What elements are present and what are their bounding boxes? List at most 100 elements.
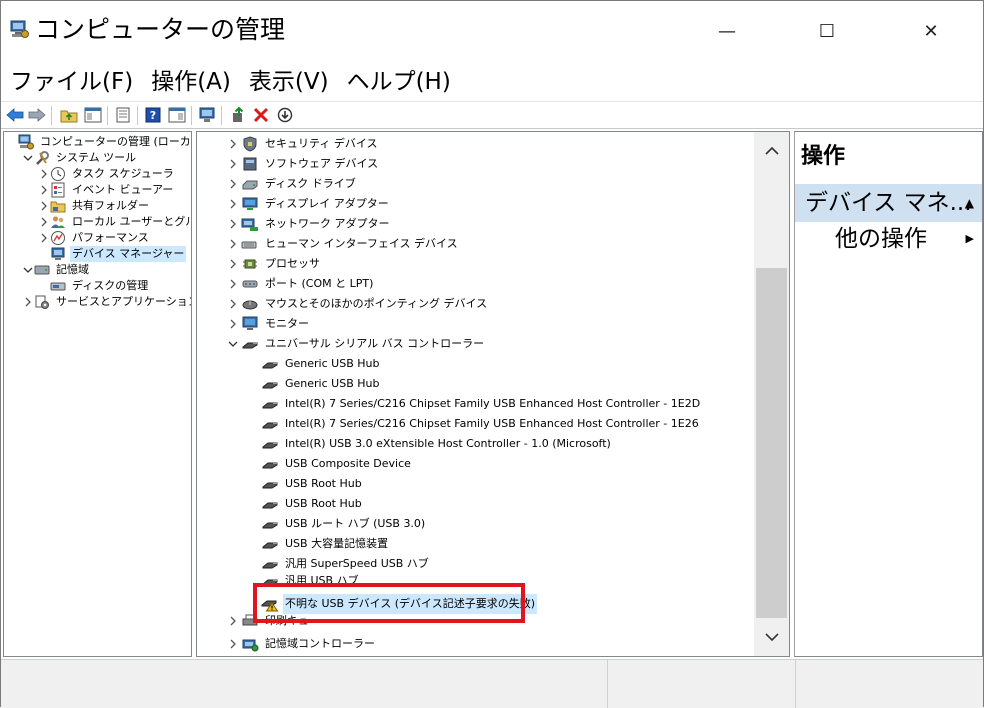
console-tree-item[interactable]: ローカル ユーザーとグループ (38, 214, 191, 230)
device-tree-item[interactable]: Generic USB Hub (245, 374, 381, 394)
expand-chevron-icon[interactable] (225, 614, 241, 627)
device-tree-item[interactable]: Intel(R) USB 3.0 eXtensible Host Control… (245, 434, 613, 454)
device-tree-item[interactable]: セキュリティ デバイス (225, 134, 380, 154)
console-tree-item[interactable]: ディスクの管理 (38, 278, 150, 294)
expand-chevron-icon[interactable] (225, 334, 241, 354)
expand-chevron-icon[interactable] (225, 214, 241, 234)
console-tree-item-label: ディスクの管理 (72, 279, 149, 292)
expand-chevron-icon[interactable] (38, 230, 50, 246)
console-tree-item[interactable]: 記憶域 (22, 262, 91, 278)
scrollbar-thumb[interactable] (756, 268, 787, 618)
update-driver-icon[interactable] (229, 105, 249, 125)
device-tree-item[interactable]: モニター (225, 314, 311, 334)
expand-chevron-icon[interactable] (225, 274, 241, 294)
device-tree-item[interactable]: ネットワーク アダプター (225, 214, 392, 234)
device-tree-item[interactable]: ヒューマン インターフェイス デバイス (225, 234, 460, 254)
device-tree-item[interactable]: 記憶域コントローラー (225, 634, 377, 654)
device-tree-item[interactable]: USB ルート ハブ (USB 3.0) (245, 514, 427, 534)
expand-chevron-icon[interactable] (225, 234, 241, 254)
device-tree-item[interactable]: ユニバーサル シリアル バス コントローラー (225, 334, 486, 354)
scan-hardware-icon[interactable] (197, 105, 217, 125)
scroll-down-button[interactable] (754, 620, 789, 654)
forward-arrow-icon[interactable] (27, 105, 47, 125)
expand-chevron-icon[interactable] (225, 194, 241, 214)
usb-icon (261, 354, 279, 374)
expand-chevron-icon[interactable] (225, 294, 241, 314)
expand-chevron-icon[interactable] (225, 254, 241, 274)
expand-chevron-icon[interactable] (22, 262, 34, 278)
expand-chevron-icon[interactable] (22, 294, 34, 310)
svg-text:?: ? (150, 109, 156, 122)
device-tree-item[interactable]: 汎用 SuperSpeed USB ハブ (245, 554, 431, 574)
minimize-button[interactable]: — (707, 11, 747, 51)
console-tree-item[interactable]: サービスとアプリケーション (22, 294, 191, 310)
device-tree-item[interactable]: ディスク ドライブ (225, 174, 358, 194)
collapse-up-icon[interactable]: ▲ (965, 184, 974, 222)
device-tree-item[interactable]: USB 大容量記憶装置 (245, 534, 390, 554)
device-tree-item-label: プロセッサ (265, 257, 320, 270)
menu-file[interactable]: ファイル(F) (1, 64, 142, 100)
expand-chevron-icon[interactable] (225, 314, 241, 334)
device-tree-item[interactable]: ソフトウェア デバイス (225, 154, 380, 174)
display-adapter-icon (241, 194, 259, 214)
properties-icon[interactable] (113, 105, 133, 125)
menu-bar: ファイル(F) 操作(A) 表示(V) ヘルプ(H) (1, 63, 983, 101)
device-tree-item[interactable]: USB Root Hub (245, 474, 364, 494)
menu-view[interactable]: 表示(V) (240, 64, 338, 100)
close-button[interactable]: ✕ (911, 11, 951, 51)
uninstall-device-icon[interactable] (251, 105, 271, 125)
maximize-button[interactable]: ☐ (807, 11, 847, 51)
console-tree-item[interactable]: 共有フォルダー (38, 198, 151, 214)
expand-chevron-icon[interactable] (225, 134, 241, 154)
device-tree-item-label: ソフトウェア デバイス (265, 157, 379, 170)
up-folder-icon[interactable] (59, 105, 79, 125)
scroll-up-button[interactable] (754, 134, 789, 168)
back-arrow-icon[interactable] (5, 105, 25, 125)
toolbar-separator (221, 106, 222, 125)
device-tree-item[interactable]: マウスとそのほかのポインティング デバイス (225, 294, 489, 314)
console-tree-pane[interactable]: コンピューターの管理 (ローカル) システム ツール タスク スケジューラ イベント … (3, 131, 192, 657)
console-tree-item[interactable]: デバイス マネージャー (38, 246, 187, 262)
expand-chevron-icon[interactable] (38, 182, 50, 198)
disk-drive-icon (241, 174, 259, 194)
device-tree-item[interactable]: Generic USB Hub (245, 354, 381, 374)
console-tree-item[interactable]: システム ツール (22, 150, 138, 166)
title-bar[interactable]: コンピューターの管理 — ☐ ✕ (1, 1, 983, 61)
expand-chevron-icon[interactable] (22, 150, 34, 166)
menu-help[interactable]: ヘルプ(H) (338, 64, 460, 100)
highlight-annotation-box (253, 583, 525, 623)
console-tree-item[interactable]: タスク スケジューラ (38, 166, 176, 182)
expand-chevron-icon[interactable] (225, 634, 241, 654)
action-section-device-manager[interactable]: デバイス マネ... ▲ (795, 184, 982, 222)
disable-device-icon[interactable] (275, 105, 295, 125)
device-tree-item[interactable]: USB Root Hub (245, 494, 364, 514)
console-tree-item[interactable]: コンピューターの管理 (ローカル) (6, 134, 191, 150)
vertical-scrollbar[interactable] (754, 132, 789, 656)
console-tree-item[interactable]: イベント ビューアー (38, 182, 175, 198)
expand-chevron-icon[interactable] (225, 174, 241, 194)
console-tree-item[interactable]: パフォーマンス (38, 230, 151, 246)
device-tree-item[interactable]: ディスプレイ アダプター (225, 194, 391, 214)
expand-chevron-icon[interactable] (38, 166, 50, 182)
device-tree-item[interactable]: Intel(R) 7 Series/C216 Chipset Family US… (245, 394, 702, 414)
device-list-pane[interactable]: セキュリティ デバイスソフトウェア デバイス ディスク ドライブディスプレイ アダ… (196, 131, 790, 657)
help-icon[interactable]: ? (143, 105, 163, 125)
more-actions-item[interactable]: 他の操作 ▶ (795, 222, 982, 256)
device-tree-item[interactable]: プロセッサ (225, 254, 322, 274)
device-tree-item-label: ディスク ドライブ (265, 177, 356, 190)
menu-action[interactable]: 操作(A) (142, 64, 240, 100)
show-hide-console-tree-icon[interactable] (83, 105, 103, 125)
expand-chevron-icon[interactable] (225, 154, 241, 174)
device-tree-item[interactable]: Intel(R) 7 Series/C216 Chipset Family US… (245, 414, 701, 434)
device-tree-item-label: Generic USB Hub (285, 357, 380, 370)
action-section-label: デバイス マネ... (805, 190, 972, 216)
action-pane: 操作 デバイス マネ... ▲ 他の操作 ▶ (794, 131, 983, 657)
device-tree-item[interactable]: ポート (COM と LPT) (225, 274, 375, 294)
show-hide-action-pane-icon[interactable] (167, 105, 187, 125)
expand-chevron-icon[interactable] (38, 198, 50, 214)
expand-chevron-icon[interactable] (38, 214, 50, 230)
device-tree-item[interactable]: USB Composite Device (245, 454, 413, 474)
